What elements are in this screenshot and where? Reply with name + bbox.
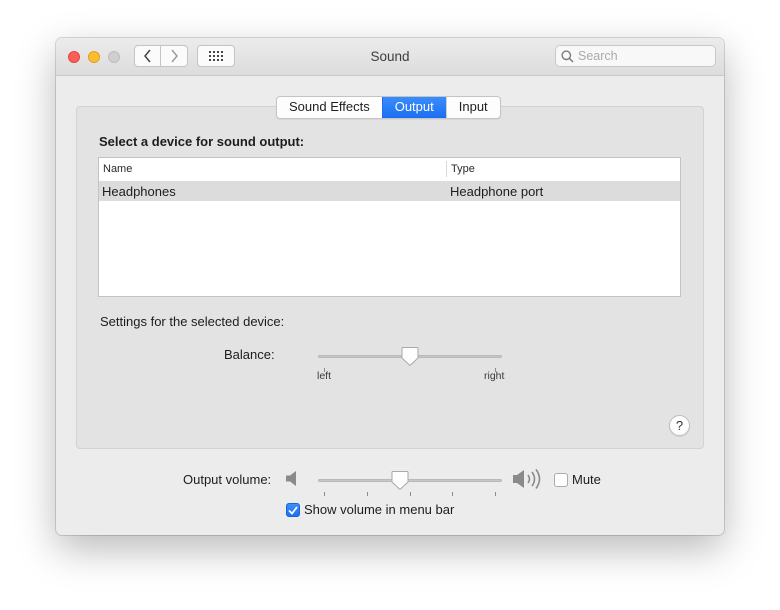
balance-slider-knob[interactable]	[401, 346, 419, 367]
tab-input[interactable]: Input	[445, 97, 500, 118]
column-divider[interactable]	[446, 161, 447, 177]
device-table[interactable]: Name Type Headphones Headphone port	[98, 157, 681, 297]
volume-tick	[324, 492, 325, 496]
mute-label[interactable]: Mute	[572, 472, 601, 487]
tab-output[interactable]: Output	[381, 97, 446, 118]
mute-checkbox[interactable]	[554, 473, 568, 487]
column-header-name[interactable]: Name	[103, 163, 132, 175]
show-volume-checkbox[interactable]	[286, 503, 300, 517]
device-name-cell: Headphones	[102, 184, 176, 199]
device-type-cell: Headphone port	[450, 184, 544, 199]
title-bar: Sound	[56, 38, 724, 76]
search-field[interactable]	[555, 45, 716, 67]
show-volume-label[interactable]: Show volume in menu bar	[304, 502, 454, 517]
volume-slider-track[interactable]	[318, 479, 502, 482]
sound-preferences-window: Sound Sound Effects Output Input Select …	[56, 38, 724, 535]
volume-slider-knob[interactable]	[391, 470, 409, 491]
output-volume-label: Output volume:	[183, 472, 272, 487]
volume-tick	[495, 492, 496, 496]
tab-bar: Sound Effects Output Input	[276, 96, 501, 119]
table-header: Name Type	[99, 158, 680, 182]
volume-tick	[410, 492, 411, 496]
search-input[interactable]	[578, 48, 710, 64]
tab-sound-effects[interactable]: Sound Effects	[277, 97, 382, 118]
device-settings-heading: Settings for the selected device:	[100, 314, 285, 329]
column-header-type[interactable]: Type	[451, 163, 475, 175]
help-button[interactable]: ?	[669, 415, 690, 436]
search-icon	[561, 50, 574, 63]
volume-tick	[367, 492, 368, 496]
speaker-low-icon	[286, 471, 296, 486]
balance-slider[interactable]	[318, 346, 502, 386]
speaker-high-icon	[513, 469, 541, 489]
volume-tick	[452, 492, 453, 496]
balance-label: Balance:	[224, 347, 275, 362]
balance-left-label: left	[317, 370, 332, 382]
balance-right-label: right	[484, 370, 505, 382]
table-row[interactable]: Headphones Headphone port	[99, 181, 680, 201]
select-device-heading: Select a device for sound output:	[99, 134, 305, 149]
checkmark-icon	[288, 505, 298, 515]
